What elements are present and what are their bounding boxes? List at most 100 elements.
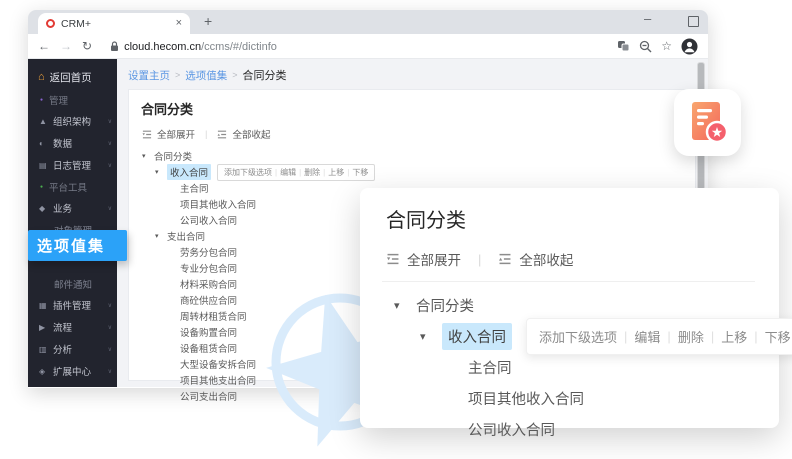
tree-node-label: 劳务分包合同 [180, 245, 237, 259]
tree-node-company-income-contract[interactable]: 公司收入合同 [386, 414, 779, 445]
dot-icon: ● [40, 97, 43, 103]
caret-down-icon[interactable]: ▾ [155, 232, 167, 240]
tree-node-label: 收入合同 [442, 323, 512, 350]
collapse-all-button[interactable]: 全部收起 [232, 127, 270, 141]
sidebar-item-option-value-set[interactable]: 选项值集 [28, 230, 127, 261]
tree-node-label: 公司支出合同 [180, 389, 237, 403]
profile-avatar[interactable] [681, 38, 698, 55]
new-tab-button[interactable]: + [204, 13, 212, 29]
breadcrumb-separator: > [232, 70, 237, 80]
breadcrumb: 设置主页>选项值集>合同分类 [128, 67, 287, 83]
divider [382, 281, 755, 282]
plugin-management-icon: ▦ [39, 301, 48, 310]
maximize-button[interactable] [688, 16, 699, 27]
page-title: 合同分类 [129, 90, 695, 118]
sidebar-item-plugin-management[interactable]: ▦ 插件管理 ∨ [28, 294, 117, 316]
chevron-down-icon: ∨ [108, 118, 112, 125]
action-delete[interactable]: 删除 [304, 167, 320, 178]
org-structure-icon: ▲ [39, 117, 48, 126]
tree-tools: 全部展开 | 全部收起 [129, 118, 695, 141]
action-edit[interactable]: 编辑 [280, 167, 296, 178]
caret-down-icon[interactable]: ▾ [142, 152, 154, 160]
expand-all-button[interactable]: 全部展开 [407, 249, 461, 269]
tree-node-label: 周转材租赁合同 [180, 309, 247, 323]
browser-tab[interactable]: CRM+ × [38, 13, 190, 34]
tree-node-label: 项目其他收入合同 [468, 388, 584, 409]
sidebar-item-back-to-home[interactable]: ⌂ 返回首页 [28, 65, 117, 89]
expand-all-button[interactable]: 全部展开 [157, 127, 195, 141]
node-actions-toolbar: 添加下级选项|编辑|删除|上移|下移 [217, 164, 375, 181]
minimize-button[interactable]: – [644, 11, 651, 26]
action-separator: | [754, 329, 757, 344]
collapse-all-button[interactable]: 全部收起 [519, 249, 573, 269]
chevron-down-icon: ∨ [108, 162, 112, 169]
sidebar-item-business[interactable]: ◆业务∨ [28, 197, 117, 219]
action-delete[interactable]: 删除 [678, 327, 704, 346]
tab-groups-icon[interactable] [617, 40, 630, 52]
tree-node-label: 主合同 [468, 357, 512, 378]
close-tab-icon[interactable]: × [176, 18, 182, 29]
sidebar-item-mail-notification[interactable]: 邮件通知 [28, 273, 117, 294]
tree-node-label: 支出合同 [167, 229, 205, 243]
tree-node-contract-category[interactable]: ▾合同分类 [142, 148, 695, 164]
action-edit[interactable]: 编辑 [634, 327, 660, 346]
tree-node-main-contract[interactable]: 主合同 [386, 352, 779, 383]
breadcrumb-separator: > [175, 70, 180, 80]
tree-node-label: 公司收入合同 [468, 419, 555, 440]
dot-icon: ● [40, 184, 43, 190]
lock-icon [110, 41, 119, 52]
sidebar-item-extension-center[interactable]: ◈扩展中心∨ [28, 360, 117, 382]
tree-node-income-contract[interactable]: ▾收入合同添加下级选项|编辑|删除|上移|下移 [142, 164, 695, 180]
tab-title: CRM+ [61, 18, 176, 30]
chevron-down-icon: ∨ [108, 346, 112, 353]
address-field[interactable]: cloud.hecom.cn/ccms/#/dictinfo [110, 37, 277, 55]
data-icon: ◐ [39, 139, 48, 148]
sidebar-item-label: 分析 [53, 342, 72, 356]
action-add-sub-option[interactable]: 添加下级选项 [539, 327, 617, 346]
action-move-down[interactable]: 下移 [352, 167, 368, 178]
tree-node-label: 公司收入合同 [180, 213, 237, 227]
overlay-tree-tools: 全部展开 | 全部收起 [386, 249, 779, 269]
breadcrumb-link[interactable]: 设置主页 [128, 68, 170, 83]
url-domain: cloud.hecom.cn [124, 41, 201, 53]
tree-node-label: 项目其他支出合同 [180, 373, 256, 387]
chevron-down-icon: ∨ [108, 205, 112, 212]
tree-node-project-other-income-contract[interactable]: 项目其他收入合同 [386, 383, 779, 414]
overlay-title: 合同分类 [386, 204, 779, 233]
tree-node-contract-category[interactable]: ▾合同分类 [386, 290, 779, 321]
forward-button[interactable]: → [60, 40, 72, 52]
refresh-button[interactable]: ↻ [82, 40, 92, 52]
caret-down-icon[interactable]: ▾ [394, 299, 416, 312]
bookmark-star-icon[interactable]: ☆ [661, 40, 672, 52]
back-button[interactable]: ← [38, 40, 50, 52]
tree-node-label: 设备购置合同 [180, 325, 237, 339]
action-separator: | [624, 329, 627, 344]
sidebar-item-analysis[interactable]: ▥分析∨ [28, 338, 117, 360]
action-move-up[interactable]: 上移 [328, 167, 344, 178]
tree-node-label: 材料采购合同 [180, 277, 237, 291]
breadcrumb-link[interactable]: 选项值集 [185, 68, 227, 83]
sidebar-item-org-structure[interactable]: ▲组织架构∨ [28, 110, 117, 132]
crm-favicon-icon [46, 19, 55, 28]
home-icon: ⌂ [38, 71, 45, 83]
sidebar-item-log-management[interactable]: ▤日志管理∨ [28, 154, 117, 176]
action-separator: | [347, 168, 349, 177]
overlay-category-tree: ▾合同分类▾收入合同添加下级选项|编辑|删除|上移|下移主合同项目其他收入合同公… [386, 290, 779, 445]
workflow-icon: ▶ [39, 323, 48, 332]
caret-down-icon[interactable]: ▾ [155, 168, 167, 176]
business-icon: ◆ [39, 204, 48, 213]
caret-down-icon[interactable]: ▾ [420, 330, 442, 343]
chevron-down-icon: ∨ [108, 302, 112, 309]
tree-node-label: 收入合同 [167, 164, 211, 180]
sidebar-item-label: 返回首页 [50, 70, 92, 85]
tree-node-label: 大型设备安拆合同 [180, 357, 256, 371]
document-star-icon [688, 101, 728, 145]
zoom-out-icon[interactable] [639, 40, 652, 53]
action-move-up[interactable]: 上移 [721, 327, 747, 346]
tree-node-income-contract[interactable]: ▾收入合同添加下级选项|编辑|删除|上移|下移 [386, 321, 779, 352]
sidebar-item-workflow[interactable]: ▶流程∨ [28, 316, 117, 338]
sidebar-item-data[interactable]: ◐数据∨ [28, 132, 117, 154]
action-move-down[interactable]: 下移 [765, 327, 791, 346]
sidebar-item-label: 插件管理 [53, 298, 91, 312]
action-add-sub-option[interactable]: 添加下级选项 [224, 167, 272, 178]
